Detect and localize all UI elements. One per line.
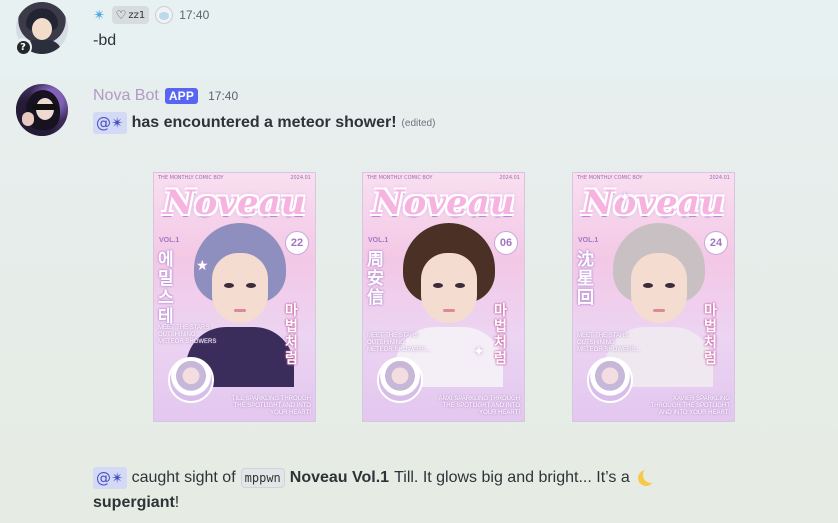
inline-code: mppwn [240,468,285,488]
user-mention[interactable]: @✴ [93,112,127,134]
card-korean-side: 沈星回 [577,250,594,308]
message-3-text: @✴ caught sight of mppwn Noveau Vol.1 Ti… [93,466,659,490]
star-icon: ✦ [619,189,631,205]
card-image-1[interactable]: THE MONTHLY COMIC BOY 2024.01 Noveau VOL.… [153,172,316,422]
card-korean-right: 마법처럼 [704,303,717,367]
bot-username[interactable]: Nova Bot [93,87,159,105]
card-korean-right: 마법처럼 [494,303,507,367]
message-2-header: Nova Bot APP 17:40 [93,86,238,106]
card-title: Noveau [163,183,306,223]
card-korean-side: 周安信 [367,250,384,308]
message-2-text: @✴ has encountered a meteor shower! (edi… [93,112,435,134]
card-small-right: ANXI SPARKLING THROUGH THE SPOTLIGHT AND… [438,396,520,416]
card-small-left: MEET THE STARS OUTSHINING METEOR SHOWERS… [577,333,641,353]
card-vol: VOL.1 [578,237,599,244]
card-portrait [184,223,296,387]
card-korean-side: 에밀스테 [158,250,174,327]
card-vol: VOL.1 [159,237,180,244]
heart-icon: ♡ [115,8,127,22]
role-icon[interactable] [155,6,174,24]
user-mention[interactable]: @✴ [93,467,127,489]
card-small-right: TILL SPARKLING THROUGH THE SPOTLIGHT AND… [231,396,311,416]
card-small-right: XAVIER SPARKLING THROUGH THE SPOTLIGHT A… [650,396,730,416]
card-number: 24 [704,231,728,255]
app-badge: APP [164,88,199,104]
star-icon: ★ [196,257,209,273]
message-3-line-2: supergiant! [93,494,180,511]
card-number: 06 [494,231,518,255]
card-small-left: MEET THE STARS OUTSHINING METEOR SHOWERS… [367,333,431,353]
star-icon: ✦ [473,343,485,359]
card-vol: VOL.1 [368,237,389,244]
crescent-moon-icon [635,467,659,489]
caught-text: caught sight of [131,469,236,486]
card-mini-portrait [377,357,423,403]
card-small-left: MEET THE STARS OUTSHINING METEOR SHOWERS [158,325,217,345]
encounter-text: has encountered a meteor shower! [131,114,397,131]
card-name: Noveau Vol.1 [289,469,390,486]
message-1-header: ✴ ♡ zz1 17:40 [93,5,209,25]
bot-avatar[interactable] [16,84,68,136]
timestamp[interactable]: 17:40 [179,8,209,22]
card-image-3[interactable]: THE MONTHLY COMIC BOY 2024.01 Noveau VOL.… [572,172,735,422]
glow-text: Till. It glows big and bright... It’s a [394,469,630,486]
card-title: Noveau [372,183,515,223]
card-image-2[interactable]: THE MONTHLY COMIC BOY 2024.01 Noveau VOL.… [362,172,525,422]
card-mini-portrait [587,357,633,403]
username[interactable]: ✴ [93,6,106,24]
edited-label[interactable]: (edited) [402,118,436,129]
card-title: Noveau [582,183,725,223]
clan-tag[interactable]: ♡ zz1 [111,6,150,24]
status-unknown-icon: ? [14,38,32,56]
card-number: 22 [285,231,309,255]
message-1-text: -bd [93,32,117,49]
card-korean-right: 마법처럼 [285,303,298,367]
rarity-label: supergiant [93,494,175,511]
card-mini-portrait [168,357,214,403]
timestamp[interactable]: 17:40 [208,89,238,103]
clan-tag-label: zz1 [128,9,146,21]
